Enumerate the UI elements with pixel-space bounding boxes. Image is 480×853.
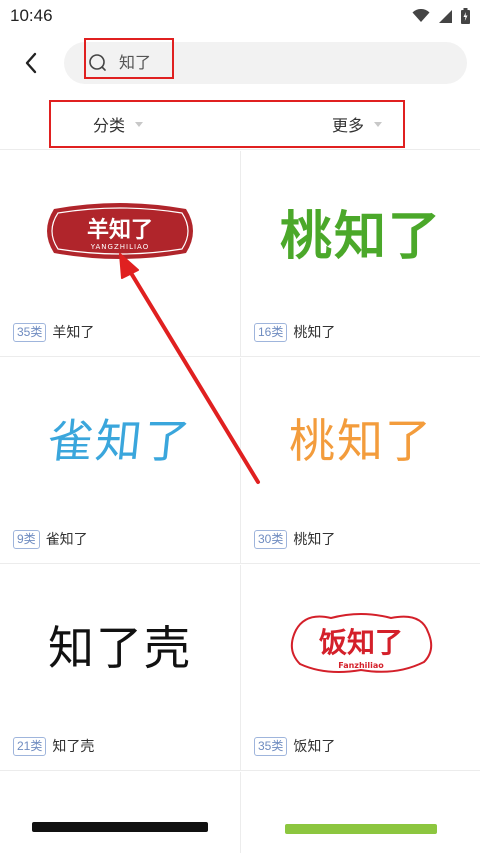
logo-subtext: YANGZHILIAO <box>90 243 149 251</box>
result-card[interactable]: 桃知了 16类 桃知了 <box>240 151 480 357</box>
logo-subtext: Fanzhiliao <box>338 661 384 670</box>
logo-preview <box>241 816 480 853</box>
class-badge: 35类 <box>254 736 288 756</box>
brand-logo-image: 饭知了 Fanzhiliao <box>290 613 433 673</box>
result-name: 雀知了 <box>45 532 88 548</box>
result-name: 桃知了 <box>293 532 336 548</box>
logo-preview: 雀知了 <box>0 358 240 518</box>
logo-preview: 桃知了 <box>241 151 480 311</box>
class-badge: 21类 <box>13 736 47 756</box>
logo-preview <box>0 816 240 853</box>
logo-preview: 羊知了 YANGZHILIAO <box>0 151 240 311</box>
result-meta: 30类 桃知了 <box>254 529 335 549</box>
result-meta: 16类 桃知了 <box>254 322 335 342</box>
logo-text: 桃知了 <box>279 206 442 267</box>
result-name: 知了壳 <box>52 739 95 755</box>
result-card[interactable]: 雀知了 9类 雀知了 <box>0 358 240 564</box>
result-name: 羊知了 <box>52 325 95 341</box>
brand-logo-image: 羊知了 YANGZHILIAO <box>47 203 193 259</box>
chevron-left-icon <box>25 52 37 74</box>
result-name: 饭知了 <box>293 739 336 755</box>
logo-preview: 知了壳 <box>0 565 240 725</box>
class-badge: 16类 <box>254 322 288 342</box>
back-button[interactable] <box>14 46 48 80</box>
result-card-partial[interactable] <box>0 772 240 853</box>
result-meta: 21类 知了壳 <box>13 736 94 756</box>
battery-icon <box>461 8 470 24</box>
result-meta: 9类 雀知了 <box>13 529 88 549</box>
logo-text: 饭知了 <box>319 626 403 659</box>
class-badge: 35类 <box>13 322 47 342</box>
logo-partial-graphic <box>32 822 208 832</box>
result-meta: 35类 饭知了 <box>254 736 335 756</box>
logo-preview: 桃知了 <box>241 358 480 518</box>
logo-text: 桃知了 <box>289 414 433 468</box>
logo-text: 雀知了 <box>44 414 195 468</box>
class-badge: 30类 <box>254 529 288 549</box>
status-icons <box>412 8 470 24</box>
status-time: 10:46 <box>10 6 53 25</box>
status-bar: 10:46 <box>0 0 480 34</box>
logo-preview: 饭知了 Fanzhiliao <box>241 565 480 725</box>
logo-text: 知了壳 <box>48 621 192 675</box>
wifi-icon <box>412 9 430 22</box>
result-name: 桃知了 <box>293 325 336 341</box>
result-card-partial[interactable] <box>240 772 480 853</box>
annotation-box-filter <box>49 100 405 148</box>
logo-text: 羊知了 <box>87 217 153 243</box>
signal-icon <box>439 9 452 23</box>
annotation-box-search <box>84 38 174 79</box>
top-bar: 知了 <box>0 34 480 92</box>
class-badge: 9类 <box>13 529 40 549</box>
result-card[interactable]: 知了壳 21类 知了壳 <box>0 565 240 771</box>
result-card[interactable]: 饭知了 Fanzhiliao 35类 饭知了 <box>240 565 480 771</box>
result-meta: 35类 羊知了 <box>13 322 94 342</box>
result-card[interactable]: 桃知了 30类 桃知了 <box>240 358 480 564</box>
result-card[interactable]: 羊知了 YANGZHILIAO 35类 羊知了 <box>0 151 240 357</box>
logo-partial-graphic <box>285 824 437 834</box>
